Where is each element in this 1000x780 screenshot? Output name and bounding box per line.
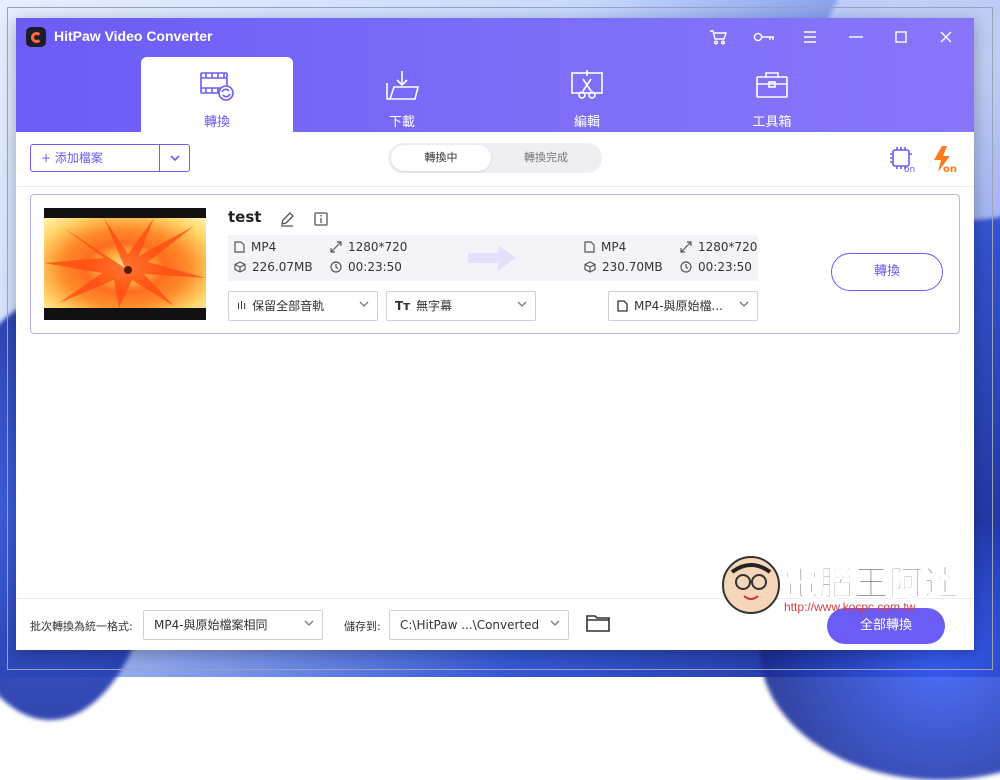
tab-download[interactable]: 下載 [326,57,478,132]
target-size-text: 230.70MB [602,260,663,274]
source-duration: 00:23:50 [330,260,402,274]
film-convert-icon [200,72,234,101]
convert-arrow-icon [468,245,516,271]
segment-completed[interactable]: 轉換完成 [494,145,598,171]
file-icon [617,300,628,312]
app-logo-icon [26,27,46,47]
cube-icon [234,261,246,273]
resolution-icon [680,241,692,253]
subtitle-text: 無字幕 [416,299,453,313]
save-to-label: 儲存到: [344,620,381,633]
segment-converting[interactable]: 轉換中 [391,145,491,171]
footer-bar: 批次轉換為統一格式: MP4-與原始檔案相同 儲存到: C:\HitPaw ..… [16,598,974,650]
source-format-text: MP4 [251,240,277,254]
file-list-item: test MP4 1280*720 226.07MB 00:23:50 MP4 … [30,194,960,334]
save-path-value: C:\HitPaw ...\Converted [400,618,540,632]
status-segment: 轉換中 轉換完成 [388,143,602,173]
save-path-dropdown[interactable]: C:\HitPaw ...\Converted [389,610,569,640]
rename-pencil-icon[interactable] [279,211,295,227]
file-metadata-panel: MP4 1280*720 226.07MB 00:23:50 MP4 1280*… [228,235,758,281]
tab-toolbox-label: 工具箱 [752,115,792,130]
app-window: HitPaw Video Converter 轉換 下載 編輯 工具箱 + 添加… [16,18,974,650]
minimize-icon[interactable] [844,25,868,49]
text-size-icon: Tт [395,299,411,313]
target-size: 230.70MB [584,260,663,274]
target-format-text: MP4 [601,240,627,254]
tab-convert-label: 轉換 [203,115,230,130]
chevron-down-icon [304,620,314,626]
key-icon[interactable] [752,25,776,49]
download-folder-icon [386,71,420,100]
tab-download-label: 下載 [388,115,415,130]
clock-icon [330,261,342,273]
batch-format-value: MP4-與原始檔案相同 [154,618,268,632]
chevron-down-icon [170,155,180,161]
tab-toolbox[interactable]: 工具箱 [696,57,848,132]
main-tabs: 轉換 下載 編輯 工具箱 [16,57,974,132]
batch-format-dropdown[interactable]: MP4-與原始檔案相同 [143,610,323,640]
output-format-dropdown[interactable]: MP4-與原始檔... [608,291,758,321]
source-size-text: 226.07MB [252,260,313,274]
hw-badge: on [904,165,915,174]
app-title: HitPaw Video Converter [54,28,213,44]
cart-icon[interactable] [706,25,730,49]
menu-icon[interactable] [798,25,822,49]
video-thumbnail[interactable] [44,208,206,320]
convert-all-button[interactable]: 全部轉換 [827,608,945,644]
chevron-down-icon [359,301,369,307]
open-folder-icon[interactable] [586,613,610,633]
source-format: MP4 [234,240,276,254]
title-bar: HitPaw Video Converter 轉換 下載 編輯 工具箱 [16,18,974,132]
plus-icon: + [41,151,55,165]
audio-wave-icon: ılı [237,299,247,312]
chevron-down-icon [517,301,527,307]
subtitle-dropdown[interactable]: Tт 無字幕 [386,291,536,321]
cube-icon [584,261,596,273]
tab-convert[interactable]: 轉換 [141,57,293,132]
source-resolution-text: 1280*720 [348,240,408,254]
output-format-text: MP4-與原始檔... [634,299,723,313]
source-size: 226.07MB [234,260,313,274]
resolution-icon [330,241,342,253]
info-icon[interactable] [313,211,329,227]
target-duration: 00:23:50 [680,260,752,274]
add-files-button[interactable]: + 添加檔案 [30,144,190,172]
scissors-screen-icon [571,70,603,99]
file-name: test [228,208,262,226]
source-duration-text: 00:23:50 [348,260,402,274]
add-files-main[interactable]: + 添加檔案 [31,145,159,171]
add-files-dropdown[interactable] [160,145,190,171]
tab-edit[interactable]: 編輯 [511,57,663,132]
close-icon[interactable] [934,25,958,49]
maximize-icon[interactable] [889,25,913,49]
target-duration-text: 00:23:50 [698,260,752,274]
lightning-badge: on [943,164,957,174]
file-icon [234,241,245,253]
add-files-label: 添加檔案 [54,151,103,165]
convert-button[interactable]: 轉換 [831,253,943,291]
toolbox-icon [756,72,788,98]
chevron-down-icon [739,301,749,307]
tab-edit-label: 編輯 [573,115,600,130]
file-icon [584,241,595,253]
source-resolution: 1280*720 [330,240,407,254]
target-resolution: 1280*720 [680,240,757,254]
audio-track-dropdown[interactable]: ılı 保留全部音軌 [228,291,378,321]
chevron-down-icon [550,620,560,626]
toolbar: + 添加檔案 轉換中 轉換完成 on on [16,132,974,187]
audio-track-text: 保留全部音軌 [252,299,325,313]
clock-icon [680,261,692,273]
target-format: MP4 [584,240,626,254]
hardware-acceleration-icon[interactable]: on [888,144,918,175]
batch-format-label: 批次轉換為統一格式: [30,620,133,633]
lightning-mode-icon[interactable]: on [930,144,960,175]
target-resolution-text: 1280*720 [698,240,758,254]
